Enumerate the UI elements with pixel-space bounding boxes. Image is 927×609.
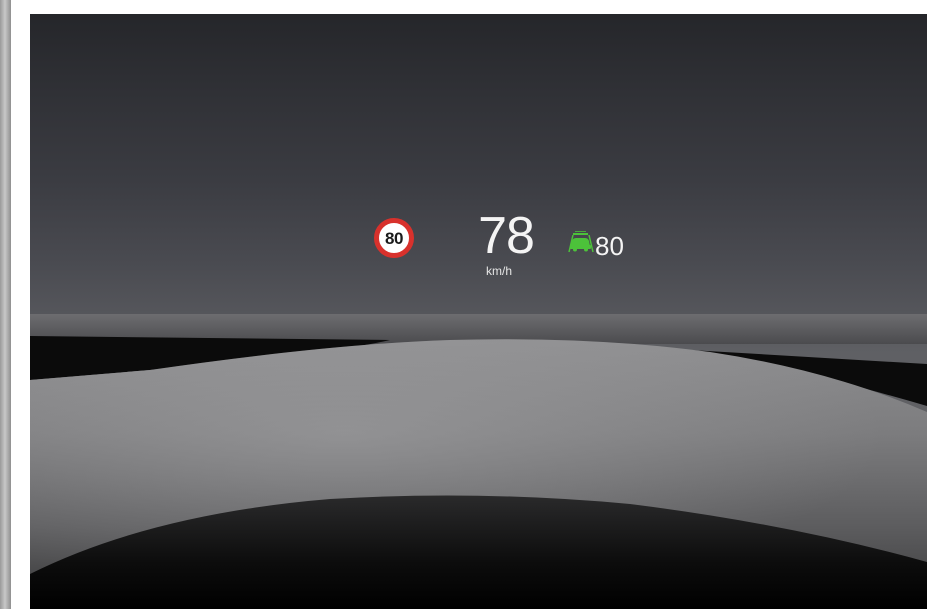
head-up-display: 80 78 km/h 80 [30, 14, 927, 314]
windshield-scene: 80 78 km/h 80 [30, 14, 927, 609]
screenshot-frame: 80 78 km/h 80 [0, 0, 927, 609]
current-speed-value: 78 [478, 207, 535, 265]
speed-limit-sign: 80 [374, 218, 414, 258]
adaptive-cruise-icon [568, 231, 594, 257]
left-bezel [0, 0, 11, 609]
cruise-control-indicator: 80 [568, 231, 624, 261]
cruise-set-speed: 80 [595, 231, 624, 261]
speed-unit-label: km/h [485, 264, 512, 278]
speed-limit-value: 80 [385, 228, 403, 248]
